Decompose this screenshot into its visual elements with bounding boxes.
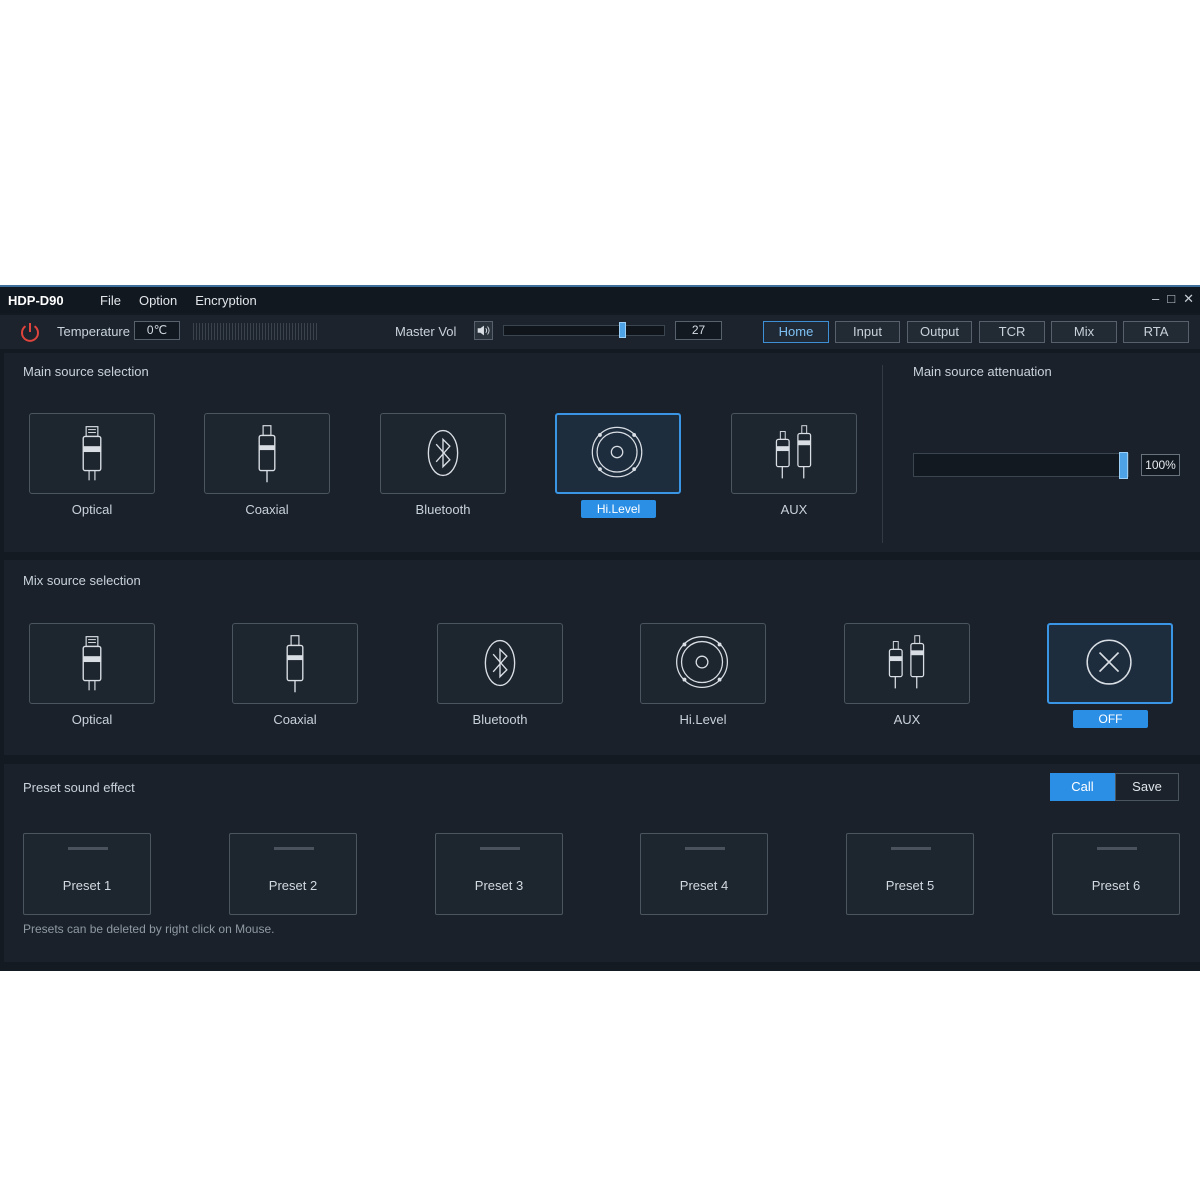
preset-indicator: [68, 847, 108, 850]
optical-plug-icon: [82, 636, 102, 691]
mix-source-title: Mix source selection: [23, 573, 141, 588]
preset-label: Preset 6: [1091, 878, 1141, 893]
main-source-coaxial[interactable]: [204, 413, 330, 494]
main-source-hilevel-label: Hi.Level: [581, 500, 656, 518]
tab-mix[interactable]: Mix: [1051, 321, 1117, 343]
coaxial-plug-icon: [286, 635, 304, 693]
tab-home[interactable]: Home: [763, 321, 829, 343]
master-vol-slider[interactable]: [503, 325, 665, 336]
speaker-icon: [676, 636, 729, 689]
preset-label: Preset 4: [679, 878, 729, 893]
preset-indicator: [274, 847, 314, 850]
master-vol-thumb[interactable]: [619, 322, 627, 338]
bluetooth-icon: [427, 429, 459, 477]
save-button[interactable]: Save: [1115, 773, 1179, 801]
power-icon[interactable]: [18, 320, 42, 344]
main-source-title: Main source selection: [23, 364, 149, 379]
temperature-label: Temperature: [57, 324, 130, 339]
menu-encryption[interactable]: Encryption: [195, 293, 256, 308]
mix-source-coaxial-label: Coaxial: [273, 712, 317, 727]
main-source-coaxial-label: Coaxial: [245, 502, 289, 517]
mix-source-aux[interactable]: [844, 623, 970, 704]
mix-source-panel: [4, 560, 1200, 755]
preset-title: Preset sound effect: [23, 780, 135, 795]
panel-divider: [882, 365, 883, 543]
master-vol-value[interactable]: 27: [675, 321, 722, 340]
bluetooth-icon: [484, 639, 516, 687]
mix-source-optical[interactable]: [29, 623, 155, 704]
preset-button-5[interactable]: Preset 5: [846, 833, 974, 915]
preset-indicator: [891, 847, 931, 850]
temperature-meter: [193, 323, 319, 340]
optical-plug-icon: [82, 426, 102, 481]
preset-label: Preset 5: [885, 878, 935, 893]
maximize-icon[interactable]: □: [1167, 291, 1175, 307]
mix-source-bluetooth-label: Bluetooth: [472, 712, 528, 727]
rca-plug-icon: [775, 425, 812, 479]
menu-file[interactable]: File: [100, 293, 121, 308]
mix-source-hilevel[interactable]: [640, 623, 766, 704]
preset-indicator: [480, 847, 520, 850]
preset-indicator: [1097, 847, 1137, 850]
mute-button[interactable]: [474, 321, 493, 340]
main-source-bluetooth-label: Bluetooth: [415, 502, 471, 517]
mix-source-off[interactable]: [1047, 623, 1173, 704]
preset-label: Preset 1: [62, 878, 112, 893]
main-source-bluetooth[interactable]: [380, 413, 506, 494]
attenuation-title: Main source attenuation: [913, 364, 1052, 379]
main-source-optical[interactable]: [29, 413, 155, 494]
preset-button-3[interactable]: Preset 3: [435, 833, 563, 915]
title-bar: HDP-D90 File Option Encryption – □ ✕: [0, 287, 1200, 313]
volume-icon: [477, 325, 490, 336]
preset-button-1[interactable]: Preset 1: [23, 833, 151, 915]
mix-source-coaxial[interactable]: [232, 623, 358, 704]
preset-label: Preset 2: [268, 878, 318, 893]
preset-button-4[interactable]: Preset 4: [640, 833, 768, 915]
mix-source-bluetooth[interactable]: [437, 623, 563, 704]
tab-output[interactable]: Output: [907, 321, 972, 343]
preset-hint: Presets can be deleted by right click on…: [23, 922, 275, 936]
main-source-hilevel[interactable]: [555, 413, 681, 494]
preset-indicator: [685, 847, 725, 850]
mix-source-off-label: OFF: [1073, 710, 1148, 728]
attenuation-value[interactable]: 100%: [1141, 454, 1180, 476]
attenuation-slider[interactable]: [913, 453, 1129, 477]
attenuation-thumb[interactable]: [1119, 452, 1128, 479]
main-source-optical-label: Optical: [71, 502, 113, 517]
call-button[interactable]: Call: [1050, 773, 1115, 801]
app-title: HDP-D90: [8, 292, 64, 308]
temperature-value: 0℃: [134, 321, 180, 340]
speaker-icon: [591, 426, 643, 478]
toolbar: Temperature 0℃ Master Vol 27 Home Input …: [0, 315, 1200, 349]
mix-source-aux-label: AUX: [893, 712, 921, 727]
preset-label: Preset 3: [474, 878, 524, 893]
main-source-aux[interactable]: [731, 413, 857, 494]
mix-source-hilevel-label: Hi.Level: [679, 712, 727, 727]
menu-option[interactable]: Option: [139, 293, 177, 308]
coaxial-plug-icon: [258, 425, 276, 483]
tab-rta[interactable]: RTA: [1123, 321, 1189, 343]
close-circle-icon: [1086, 639, 1132, 685]
tab-input[interactable]: Input: [835, 321, 900, 343]
master-vol-label: Master Vol: [395, 324, 457, 339]
preset-button-6[interactable]: Preset 6: [1052, 833, 1180, 915]
main-source-aux-label: AUX: [780, 502, 808, 517]
preset-button-2[interactable]: Preset 2: [229, 833, 357, 915]
tab-tcr[interactable]: TCR: [979, 321, 1045, 343]
minimize-icon[interactable]: –: [1152, 291, 1159, 307]
close-icon[interactable]: ✕: [1183, 291, 1194, 307]
mix-source-optical-label: Optical: [71, 712, 113, 727]
window-controls: – □ ✕: [1152, 291, 1194, 307]
rca-plug-icon: [888, 635, 925, 689]
